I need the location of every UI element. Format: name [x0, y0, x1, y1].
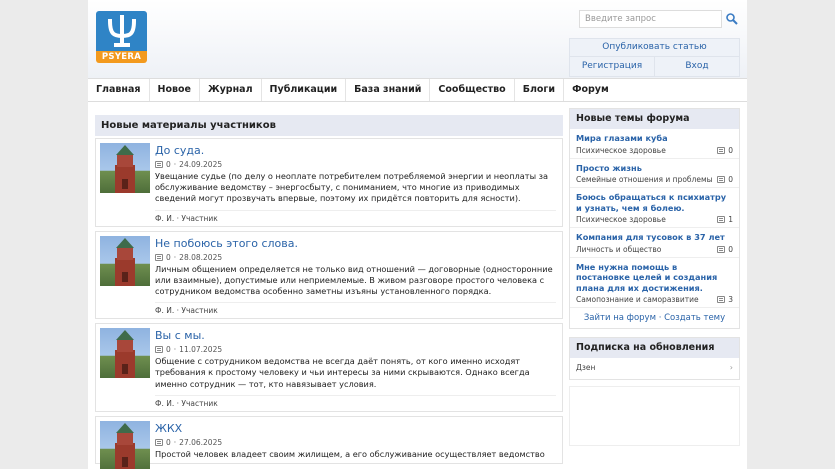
nav-item-community[interactable]: Сообщество: [430, 79, 515, 101]
tower-icon: [115, 145, 135, 193]
comment-icon: [155, 438, 163, 446]
topic-count: 3: [728, 295, 733, 304]
topic-category[interactable]: Семейные отношения и проблемы: [576, 175, 713, 184]
tower-icon: [115, 422, 135, 469]
comment-count: 0: [166, 160, 171, 169]
article-thumbnail[interactable]: [100, 328, 150, 379]
topic-count: 0: [728, 145, 733, 155]
subscribe-item-label: Дзен: [576, 363, 596, 372]
topic-title[interactable]: Компания для тусовок в 37 лет: [576, 232, 733, 243]
comment-icon: [155, 253, 163, 261]
topic-category[interactable]: Психическое здоровье: [576, 215, 666, 224]
register-button[interactable]: Регистрация: [570, 57, 655, 76]
comment-icon: [717, 176, 726, 183]
comment-icon: [717, 216, 726, 223]
publish-article-button[interactable]: Опубликовать статью: [569, 38, 740, 57]
nav-item-publications[interactable]: Публикации: [262, 79, 347, 101]
comment-icon: [155, 346, 163, 354]
site-logo[interactable]: PSYERA: [96, 11, 147, 63]
comment-icon: [717, 146, 726, 154]
comment-count: 0: [166, 437, 171, 447]
nav-item-home[interactable]: Главная: [88, 79, 150, 101]
site-header: PSYERA Введите запрос Опубликовать стать…: [88, 0, 747, 78]
forum-topic: Боюсь обращаться к психиатру и узнать, ч…: [570, 188, 739, 228]
topic-count: 0: [728, 175, 733, 184]
article-date: 11.07.2025: [179, 345, 223, 355]
comment-icon: [155, 161, 163, 168]
article-date: 28.08.2025: [179, 252, 223, 262]
nav-item-forum[interactable]: Форум: [564, 79, 617, 101]
article-author[interactable]: Ф. И. · Участник: [155, 209, 556, 223]
article-excerpt: Личным общением определяется не только в…: [155, 263, 553, 297]
article-author[interactable]: Ф. И. · Участник: [155, 394, 556, 408]
article-card: ЖКХ 0 · 27.06.2025 Простой человек владеет…: [95, 415, 563, 469]
forum-topic: Мира глазами куба Психическое здоровье 0: [570, 129, 739, 159]
article-title[interactable]: ЖКХ: [155, 421, 556, 436]
main-nav: Главная Новое Журнал Публикации База зна…: [88, 78, 747, 102]
topic-count: 0: [728, 244, 733, 254]
topic-title[interactable]: Боюсь обращаться к психиатру и узнать, ч…: [576, 192, 733, 213]
nav-item-blogs[interactable]: Блоги: [515, 79, 565, 101]
article-author[interactable]: Ф. И. · Участник: [155, 302, 556, 315]
topic-title[interactable]: Мира глазами куба: [576, 133, 733, 144]
ad-placeholder: [569, 386, 740, 446]
article-date: 24.09.2025: [179, 160, 223, 169]
comment-icon: [717, 296, 726, 303]
article-date: 27.06.2025: [179, 437, 223, 447]
forum-topic: Мне нужна помощь в постановке целей и со…: [570, 258, 739, 308]
article-thumbnail[interactable]: [100, 143, 150, 193]
subscribe-item-dzen[interactable]: Дзен ›: [570, 358, 739, 379]
forum-topics-block: Новые темы форума Мира глазами куба Псих…: [569, 108, 740, 329]
tower-icon: [115, 237, 135, 286]
article-title[interactable]: Не побоюсь этого слова.: [155, 236, 556, 251]
article-excerpt: Простой человек владеет своим жилищем, а…: [155, 448, 545, 459]
page: PSYERA Введите запрос Опубликовать стать…: [88, 0, 747, 469]
sidebar: Новые темы форума Мира глазами куба Псих…: [569, 108, 740, 446]
psi-icon: [107, 15, 136, 47]
subscribe-title: Подписка на обновления: [570, 338, 739, 358]
comment-count: 0: [166, 345, 171, 355]
materials-title: Новые материалы участников: [95, 115, 563, 136]
comment-icon: [717, 245, 726, 253]
login-button[interactable]: Вход: [655, 57, 739, 76]
search-input[interactable]: Введите запрос: [579, 10, 722, 28]
forum-topics-title: Новые темы форума: [570, 109, 739, 129]
auth-panel: Опубликовать статью Регистрация Вход: [569, 38, 740, 78]
article-thumbnail[interactable]: [100, 235, 150, 286]
topic-title[interactable]: Мне нужна помощь в постановке целей и со…: [576, 262, 733, 294]
topic-category[interactable]: Самопознание и саморазвитие: [576, 295, 699, 304]
nav-item-new[interactable]: Новое: [150, 79, 200, 101]
article-title[interactable]: Вы с мы.: [155, 328, 556, 343]
search-icon[interactable]: [725, 12, 739, 26]
chevron-right-icon: ›: [729, 363, 733, 372]
article-title[interactable]: До суда.: [155, 143, 556, 158]
topic-category[interactable]: Личность и общество: [576, 245, 661, 254]
forum-topic: Просто жизнь Семейные отношения и пробле…: [570, 159, 739, 188]
topic-category[interactable]: Психическое здоровье: [576, 146, 666, 155]
topic-count: 1: [728, 215, 733, 224]
article-card: Не побоюсь этого слова. 0 · 28.08.2025 Лич…: [95, 230, 563, 320]
logo-text: PSYERA: [96, 51, 147, 63]
materials-column: Новые материалы участников До суда. 0 · 24…: [95, 115, 563, 469]
topic-title[interactable]: Просто жизнь: [576, 163, 733, 174]
article-thumbnail[interactable]: [100, 420, 150, 469]
nav-item-journal[interactable]: Журнал: [200, 79, 262, 101]
article-excerpt: Увещание судье (по делу о неоплате потре…: [155, 171, 549, 204]
tower-icon: [115, 330, 135, 379]
article-card: Вы с мы. 0 · 11.07.2025 Общение с сотрудни…: [95, 323, 563, 412]
article-excerpt: Общение с сотрудником ведомства не всегд…: [155, 356, 530, 389]
forum-links[interactable]: Зайти на форум · Создать тему: [570, 308, 739, 328]
subscribe-block: Подписка на обновления Дзен ›: [569, 337, 740, 380]
forum-topic: Компания для тусовок в 37 лет Личность и…: [570, 228, 739, 258]
comment-count: 0: [166, 252, 171, 262]
article-card: До суда. 0 · 24.09.2025 Увещание судье (по…: [95, 138, 563, 227]
nav-item-knowledge-base[interactable]: База знаний: [346, 79, 431, 101]
